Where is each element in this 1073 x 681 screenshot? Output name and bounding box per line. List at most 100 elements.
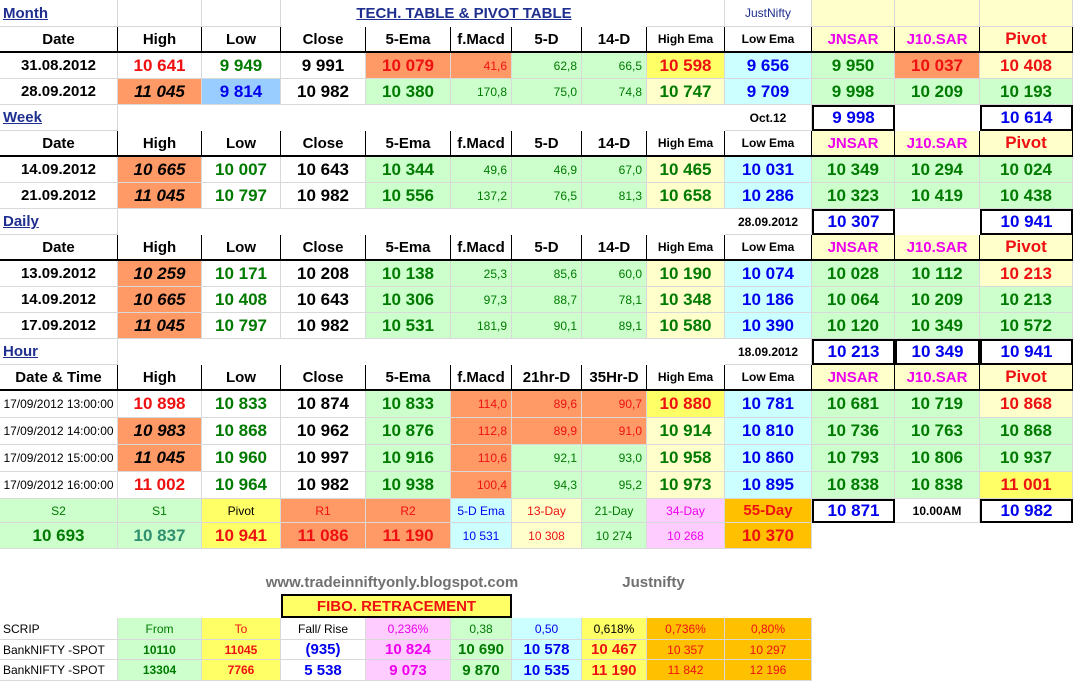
col-header-high: High	[118, 365, 202, 391]
data-cell: 66,5	[582, 53, 647, 79]
data-cell: 10 390	[725, 313, 812, 339]
col-header-pivot: Pivot	[980, 27, 1073, 53]
data-cell: 10 380	[366, 79, 451, 105]
data-cell: 10 964	[202, 472, 281, 499]
data-cell: 10 465	[647, 157, 725, 183]
col-header-date: Date	[0, 27, 118, 53]
data-cell: 10 658	[647, 183, 725, 209]
col-header-d5: 5-D	[512, 131, 582, 157]
col-header-ema5: 5-Ema	[366, 235, 451, 261]
col-header-high: High	[118, 235, 202, 261]
col-header-jnsar: JNSAR	[812, 131, 895, 157]
fibo-cell: (935)	[281, 640, 366, 660]
extra-pivot: 10 982	[980, 499, 1073, 523]
data-cell: 92,1	[512, 445, 582, 472]
col-header-jnsar: JNSAR	[812, 235, 895, 261]
fibo-header: 0,80%	[725, 618, 812, 640]
data-cell: 10 193	[980, 79, 1073, 105]
data-cell: 10 838	[895, 472, 980, 499]
fibo-cell: 10 690	[451, 640, 512, 660]
col-header-close: Close	[281, 131, 366, 157]
footer-brand: Justnifty	[622, 574, 685, 591]
fibo-header: SCRIP	[0, 618, 118, 640]
data-cell: 10 895	[725, 472, 812, 499]
data-cell: 10 880	[647, 391, 725, 418]
col-header-pivot: Pivot	[980, 131, 1073, 157]
data-cell: 10 797	[202, 313, 281, 339]
data-cell: 10 186	[725, 287, 812, 313]
data-cell: 10 781	[725, 391, 812, 418]
data-cell: 10 643	[281, 157, 366, 183]
data-cell: 10 641	[118, 53, 202, 79]
col-header-hema: High Ema	[647, 365, 725, 391]
data-cell: 10 323	[812, 183, 895, 209]
data-cell: 10 580	[647, 313, 725, 339]
data-cell: 10 914	[647, 418, 725, 445]
data-cell: 9 656	[725, 53, 812, 79]
col-header-low: Low	[202, 131, 281, 157]
fibo-scrip: BankNIFTY -SPOT	[0, 640, 118, 660]
data-cell: 10 408	[202, 287, 281, 313]
data-cell: 137,2	[451, 183, 512, 209]
data-cell: 74,8	[582, 79, 647, 105]
data-cell: 10 024	[980, 157, 1073, 183]
col-header-jnsar: JNSAR	[812, 27, 895, 53]
fibo-cell: 10110	[118, 640, 202, 660]
level-label: S2	[0, 499, 118, 523]
data-cell: 95,2	[582, 472, 647, 499]
data-cell: 10 665	[118, 287, 202, 313]
data-cell: 60,0	[582, 261, 647, 287]
data-cell: 10 344	[366, 157, 451, 183]
data-cell: 10 349	[895, 313, 980, 339]
data-cell: 10 031	[725, 157, 812, 183]
blank	[647, 0, 725, 27]
fibo-cell: 10 297	[725, 640, 812, 660]
data-cell: 85,6	[512, 261, 582, 287]
data-cell: 10 213	[980, 287, 1073, 313]
data-cell: 10 064	[812, 287, 895, 313]
data-cell: 10 598	[647, 53, 725, 79]
row-date: 17/09/2012 15:00:00	[0, 445, 118, 472]
footer-url: www.tradeinniftyonly.blogspot.com	[265, 574, 519, 591]
row-date: 17.09.2012	[0, 313, 118, 339]
data-cell: 10 962	[281, 418, 366, 445]
level-value: 10 837	[118, 523, 202, 549]
data-cell: 10 983	[118, 418, 202, 445]
col-header-lema: Low Ema	[725, 131, 812, 157]
level-value: 10 941	[202, 523, 281, 549]
data-cell: 10 531	[366, 313, 451, 339]
summary-pivot: 10 614	[980, 105, 1073, 131]
col-header-high: High	[118, 131, 202, 157]
col-header-j10sar: J10.SAR	[895, 27, 980, 53]
data-cell: 90,7	[582, 391, 647, 418]
fibo-header: 0,50	[512, 618, 582, 640]
fibo-header: To	[202, 618, 281, 640]
col-header-lema: Low Ema	[725, 365, 812, 391]
data-cell: 78,1	[582, 287, 647, 313]
col-header-hema: High Ema	[647, 235, 725, 261]
col-header-high: High	[118, 27, 202, 53]
summary-pivot: 10 941	[980, 339, 1073, 365]
data-cell: 10 982	[281, 79, 366, 105]
data-cell: 10 112	[895, 261, 980, 287]
fibo-cell: 13304	[118, 660, 202, 681]
row-date: 17/09/2012 13:00:00	[0, 391, 118, 418]
data-cell: 10 348	[647, 287, 725, 313]
col-header-close: Close	[281, 27, 366, 53]
fibo-cell: 5 538	[281, 660, 366, 681]
fibo-header: 0,236%	[366, 618, 451, 640]
col-header-low: Low	[202, 365, 281, 391]
col-header-low: Low	[202, 235, 281, 261]
fibo-cell: 9 870	[451, 660, 512, 681]
data-cell: 67,0	[582, 157, 647, 183]
data-cell: 181,9	[451, 313, 512, 339]
data-cell: 93,0	[582, 445, 647, 472]
col-header-ema5: 5-Ema	[366, 365, 451, 391]
data-cell: 89,1	[582, 313, 647, 339]
data-cell: 10 793	[812, 445, 895, 472]
col-header-d5: 5-D	[512, 27, 582, 53]
data-cell: 10 938	[366, 472, 451, 499]
level-value: 11 086	[281, 523, 366, 549]
fibo-title: FIBO. RETRACEMENT	[281, 594, 512, 618]
data-cell: 11 045	[118, 445, 202, 472]
